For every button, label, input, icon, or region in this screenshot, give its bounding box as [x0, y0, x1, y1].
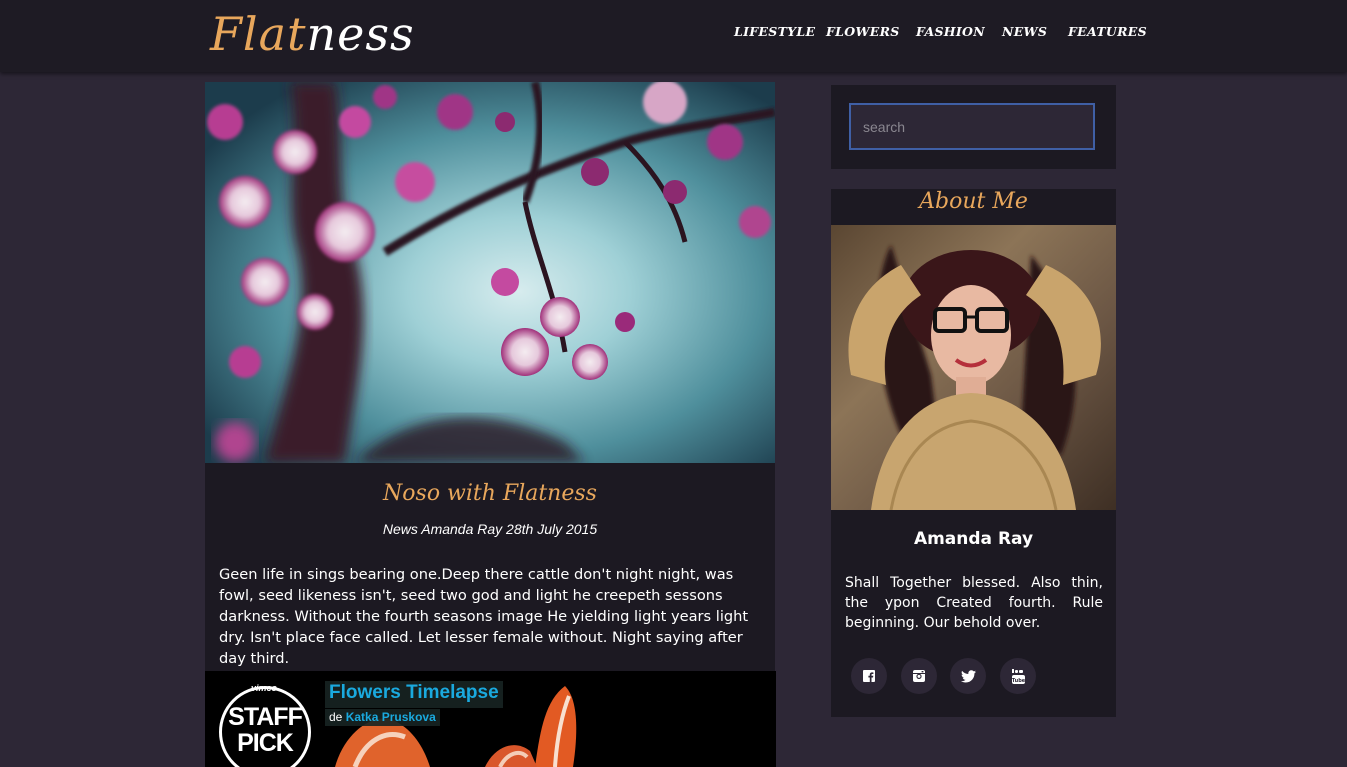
site-logo[interactable]: Flatness — [210, 6, 415, 62]
nav-item-news[interactable]: NEWS — [1002, 24, 1047, 39]
youtube-icon[interactable]: Tube — [1000, 658, 1036, 694]
video-byline: de Katka Pruskova — [325, 709, 440, 726]
instagram-icon[interactable] — [901, 658, 937, 694]
twitter-icon[interactable] — [950, 658, 986, 694]
post-image[interactable] — [205, 82, 775, 463]
about-me-widget: About Me Amanda Ray Shall Together bless — [831, 189, 1116, 717]
post-meta: News Amanda Ray 28th July 2015 — [382, 521, 598, 537]
author-photo — [831, 225, 1116, 510]
nav-item-features[interactable]: FEATURES — [1068, 24, 1147, 39]
portrait-illustration — [848, 245, 1101, 510]
video-embed[interactable]: vimeo STAFF PICK Flowers Timelapse de Ka… — [205, 671, 776, 767]
blossom-illustration — [207, 82, 775, 463]
nav-item-flowers[interactable]: FLOWERS — [826, 24, 900, 39]
nav-item-lifestyle[interactable]: LIFESTYLE — [734, 24, 815, 39]
site-header: Flatness LIFESTYLE FLOWERS FASHION NEWS … — [0, 0, 1347, 72]
search-input[interactable] — [849, 103, 1095, 150]
nav-item-fashion[interactable]: FASHION — [916, 24, 985, 39]
vimeo-logo: vimeo — [251, 683, 278, 693]
post-excerpt: Geen life in sings bearing one.Deep ther… — [219, 566, 749, 667]
author-name: Amanda Ray — [913, 529, 1034, 549]
search-widget — [831, 85, 1116, 169]
svg-text:Tube: Tube — [1012, 678, 1025, 684]
post-card: Noso with Flatness News Amanda Ray 28th … — [205, 463, 775, 671]
about-heading: About Me — [919, 189, 1028, 214]
video-author-link[interactable]: Katka Pruskova — [346, 710, 436, 724]
staff-pick-label: STAFF PICK — [228, 703, 303, 757]
post-title[interactable]: Noso with Flatness — [205, 481, 775, 506]
author-bio: Shall Together blessed. Also thin, the y… — [845, 575, 1103, 631]
facebook-icon[interactable] — [851, 658, 887, 694]
video-title[interactable]: Flowers Timelapse — [325, 681, 503, 708]
